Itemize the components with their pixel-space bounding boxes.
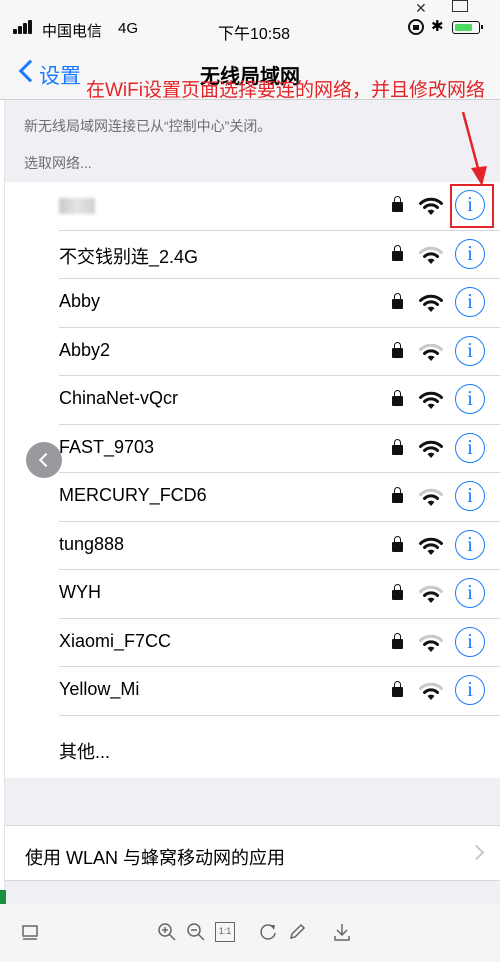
wifi-signal-icon bbox=[419, 537, 443, 555]
wlan-cellular-apps-label: 使用 WLAN 与蜂窝移动网的应用 bbox=[25, 848, 286, 868]
panel-icon[interactable] bbox=[20, 922, 40, 942]
lock-icon bbox=[392, 681, 403, 697]
network-info-button[interactable]: i bbox=[455, 481, 485, 511]
rotate-icon[interactable] bbox=[258, 922, 278, 942]
wifi-signal-icon bbox=[419, 585, 443, 603]
annotation-arrow-icon bbox=[461, 111, 487, 186]
wifi-signal-icon bbox=[419, 682, 443, 700]
cell-signal-icon bbox=[13, 20, 37, 34]
network-row[interactable]: MERCURY_FCD6 i bbox=[5, 473, 500, 522]
network-type-label: 4G bbox=[118, 20, 139, 37]
choose-network-label: 选取网络... bbox=[24, 155, 92, 171]
network-info-button[interactable]: i bbox=[455, 384, 485, 414]
wifi-signal-icon bbox=[419, 246, 443, 264]
network-row[interactable]: 不交钱别连_2.4G i bbox=[5, 231, 500, 279]
network-row[interactable]: Abby i bbox=[5, 279, 500, 328]
lock-icon bbox=[392, 487, 403, 503]
network-info-button[interactable]: i bbox=[455, 626, 485, 657]
network-row[interactable]: ChinaNet-vQcr i bbox=[5, 376, 500, 425]
wifi-signal-icon bbox=[419, 343, 443, 361]
network-list: i 不交钱别连_2.4G i Abby i Abby2 i ChinaNet-v… bbox=[5, 182, 500, 778]
zoom-in-icon[interactable] bbox=[157, 922, 177, 942]
network-row[interactable]: i bbox=[5, 182, 500, 231]
network-name: 不交钱别连_2.4G bbox=[59, 246, 199, 267]
other-network-label: 其他... bbox=[59, 741, 111, 762]
lock-icon bbox=[392, 293, 403, 309]
network-name: Abby bbox=[59, 291, 101, 311]
lock-icon bbox=[392, 632, 403, 649]
viewer-toolbar: 1:1 bbox=[0, 904, 500, 962]
carrier-label: 中国电信 bbox=[42, 23, 103, 40]
annotation-highlight-box bbox=[450, 184, 494, 228]
network-row[interactable]: Abby2 i bbox=[5, 328, 500, 376]
network-row[interactable]: Yellow_Mi i bbox=[5, 667, 500, 716]
wifi-signal-icon bbox=[419, 391, 443, 409]
rotation-lock-icon bbox=[408, 19, 424, 35]
network-row[interactable]: WYH i bbox=[5, 570, 500, 619]
battery-icon bbox=[452, 21, 483, 34]
lock-icon bbox=[392, 341, 403, 358]
network-name: Xiaomi_F7CC bbox=[59, 630, 172, 651]
lock-icon bbox=[392, 438, 403, 455]
network-info-button[interactable]: i bbox=[455, 287, 485, 317]
network-row[interactable]: FAST_9703 i bbox=[5, 425, 500, 473]
lock-icon bbox=[392, 390, 403, 406]
lock-icon bbox=[392, 244, 403, 261]
network-name: FAST_9703 bbox=[59, 436, 155, 457]
tutorial-annotation: 在WiFi设置页面选择要连的网络，并且修改网络 bbox=[86, 80, 485, 101]
network-row[interactable]: tung888 i bbox=[5, 522, 500, 570]
network-name: ChinaNet-vQcr bbox=[59, 388, 179, 408]
lock-icon bbox=[392, 196, 403, 212]
wifi-signal-icon bbox=[419, 488, 443, 506]
window-icon[interactable] bbox=[452, 0, 468, 12]
lock-icon bbox=[392, 584, 403, 600]
network-info-button[interactable]: i bbox=[455, 432, 485, 463]
network-row[interactable]: Xiaomi_F7CC i bbox=[5, 619, 500, 667]
wifi-signal-icon bbox=[419, 294, 443, 312]
close-icon[interactable]: ✕ bbox=[415, 0, 427, 17]
status-bar: ✕ 中国电信 4G 下午10:58 ✱ bbox=[0, 0, 500, 50]
bluetooth-icon: ✱ bbox=[431, 18, 444, 35]
other-network-row[interactable]: 其他... bbox=[5, 716, 500, 778]
clock: 下午10:58 bbox=[218, 26, 291, 43]
network-name: MERCURY_FCD6 bbox=[59, 485, 207, 505]
blurred-network-name bbox=[59, 198, 95, 214]
network-info-button[interactable]: i bbox=[455, 578, 485, 608]
floating-back-button[interactable] bbox=[26, 442, 62, 478]
wifi-signal-icon bbox=[419, 440, 443, 458]
network-name: WYH bbox=[59, 582, 101, 602]
chevron-right-icon bbox=[468, 844, 485, 861]
network-info-button[interactable]: i bbox=[455, 238, 485, 269]
network-info-button[interactable]: i bbox=[455, 529, 485, 560]
wifi-signal-icon bbox=[419, 634, 443, 652]
network-name: Yellow_Mi bbox=[59, 679, 140, 699]
network-info-button[interactable]: i bbox=[455, 335, 485, 366]
network-name: Abby2 bbox=[59, 339, 111, 360]
actual-size-icon[interactable]: 1:1 bbox=[215, 922, 235, 942]
control-center-note: 新无线局域网连接已从“控制中心”关闭。 bbox=[24, 118, 272, 134]
wlan-cellular-apps-row[interactable]: 使用 WLAN 与蜂窝移动网的应用 bbox=[5, 825, 500, 881]
wifi-signal-icon bbox=[419, 197, 443, 215]
download-icon[interactable] bbox=[332, 922, 352, 942]
network-info-button[interactable]: i bbox=[455, 675, 485, 705]
network-name: tung888 bbox=[59, 533, 125, 554]
zoom-out-icon[interactable] bbox=[186, 922, 206, 942]
lock-icon bbox=[392, 535, 403, 552]
edit-icon[interactable] bbox=[287, 922, 307, 942]
battery-level bbox=[454, 23, 472, 31]
